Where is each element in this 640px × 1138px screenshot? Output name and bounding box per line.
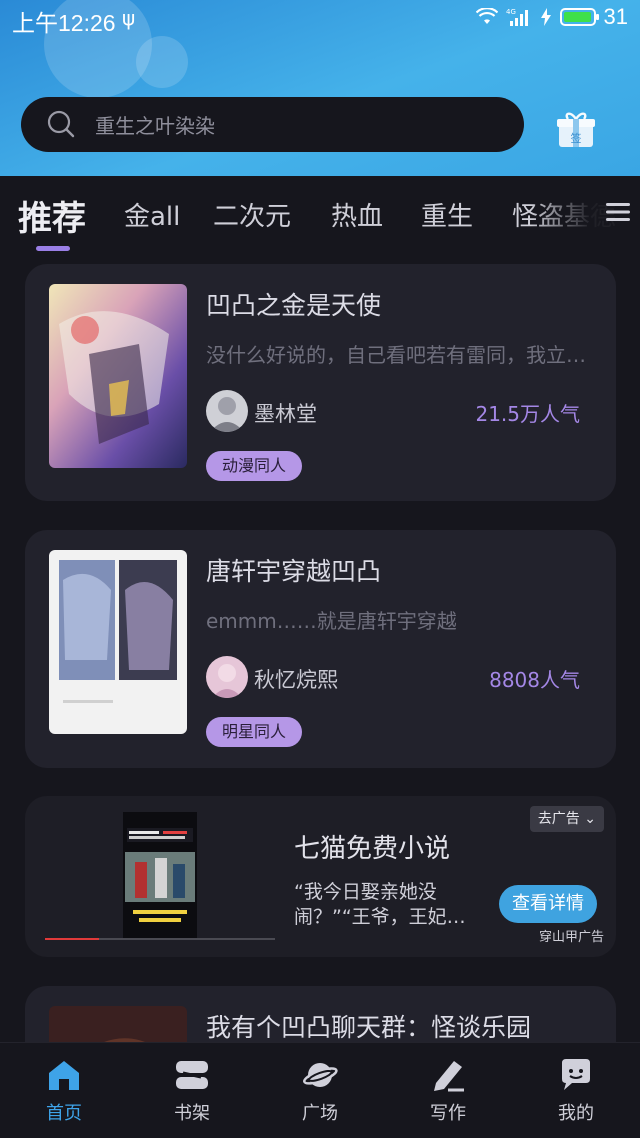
tab-jin-all[interactable]: 金all [124, 196, 180, 233]
book-title: 唐轩宇穿越凹凸 [206, 557, 382, 586]
nav-label: 广场 [302, 1103, 338, 1124]
nav-profile[interactable]: 我的 [512, 1043, 640, 1138]
ad-source-label: 穿山甲广告 [538, 930, 604, 945]
usb-icon: ψ [122, 6, 136, 30]
book-cover [49, 284, 187, 468]
chevron-down-icon: ⌄ [584, 811, 596, 827]
view-details-button[interactable]: 查看详情 [499, 885, 597, 923]
feed: 凹凸之金是天使 没什么好说的，自己看吧若有雷同，我立即删除 墨林堂 21.5万人… [0, 252, 640, 1042]
book-cover [49, 1006, 187, 1042]
battery-icon [559, 8, 599, 26]
nav-label: 写作 [430, 1103, 466, 1124]
signal-icon: 4G [506, 8, 528, 26]
home-icon [49, 1061, 79, 1090]
category-tabs: 推荐 金all 二次元 热血 重生 怪盗基德 [0, 176, 640, 252]
popularity-count: 8808人气 [489, 668, 580, 692]
tab-hot-blood[interactable]: 热血 [331, 196, 383, 233]
author-avatar[interactable] [206, 390, 248, 432]
book-card[interactable]: 凹凸之金是天使 没什么好说的，自己看吧若有雷同，我立即删除 墨林堂 21.5万人… [25, 264, 616, 501]
popularity-count: 21.5万人气 [475, 402, 580, 426]
nav-label: 我的 [558, 1103, 594, 1124]
book-card[interactable]: 我有个凹凸聊天群：怪谈乐园 [25, 986, 616, 1042]
nav-square[interactable]: 广场 [256, 1043, 384, 1138]
bottom-navigation: 首页 书架 广场 写作 我的 [0, 1042, 640, 1138]
chat-bubble-icon [562, 1059, 590, 1090]
tab-rebirth[interactable]: 重生 [421, 196, 473, 233]
status-indicators: 4G 31 [475, 4, 628, 30]
active-tab-indicator [36, 246, 70, 251]
ad-title: 七猫免费小说 [294, 834, 451, 864]
category-menu-icon[interactable] [604, 198, 632, 226]
nav-label: 首页 [46, 1103, 82, 1124]
bookshelf-icon [176, 1061, 208, 1089]
search-bar[interactable]: 重生之叶染染 [21, 97, 524, 152]
nav-label: 书架 [174, 1103, 210, 1124]
author-name[interactable]: 秋忆烷熙 [254, 664, 338, 694]
tab-anime[interactable]: 二次元 [213, 196, 291, 233]
svg-text:4G: 4G [506, 8, 516, 16]
nav-bookshelf[interactable]: 书架 [128, 1043, 256, 1138]
search-icon [47, 110, 75, 138]
sign-in-gift-icon[interactable]: 签 [556, 110, 596, 148]
pen-icon [434, 1061, 464, 1092]
remove-ads-button[interactable]: 去广告 ⌄ [529, 806, 604, 832]
book-card[interactable]: 唐轩宇穿越凹凸 emmm……就是唐轩宇穿越 秋忆烷熙 8808人气 明星同人 [25, 530, 616, 768]
book-title: 凹凸之金是天使 [206, 291, 382, 320]
remove-ads-label: 去广告 [537, 811, 580, 827]
tab-recommend[interactable]: 推荐 [18, 191, 86, 240]
decor-bubble [136, 36, 188, 88]
svg-text:签: 签 [571, 131, 582, 145]
status-bar: 上午12:26 ψ 4G 31 [0, 0, 640, 36]
charging-icon [540, 8, 551, 26]
ad-video[interactable] [45, 812, 275, 942]
battery-level: 31 [603, 4, 628, 29]
book-cover [49, 550, 187, 734]
planet-icon [303, 1063, 338, 1087]
wifi-icon [475, 8, 498, 24]
genre-tag[interactable]: 明星同人 [206, 717, 303, 747]
book-description: emmm……就是唐轩宇穿越 [206, 609, 457, 633]
status-time: 上午12:26 [12, 10, 116, 36]
author-name[interactable]: 墨林堂 [254, 398, 317, 428]
author-avatar[interactable] [206, 656, 248, 698]
book-title: 我有个凹凸聊天群：怪谈乐园 [206, 1013, 532, 1042]
book-description: 没什么好说的，自己看吧若有雷同，我立即删除 [206, 343, 598, 367]
ad-description: “我今日娶亲她没闹？”“王爷，王妃… [294, 881, 466, 928]
nav-home[interactable]: 首页 [0, 1043, 128, 1138]
header: 上午12:26 ψ 4G 31 重生之叶染染 签 [0, 0, 640, 176]
search-placeholder: 重生之叶染染 [95, 114, 215, 138]
ad-card[interactable]: 七猫免费小说 “我今日娶亲她没闹？”“王爷，王妃… 去广告 ⌄ 查看详情 穿山甲… [25, 796, 616, 957]
nav-write[interactable]: 写作 [384, 1043, 512, 1138]
genre-tag[interactable]: 动漫同人 [206, 451, 303, 481]
